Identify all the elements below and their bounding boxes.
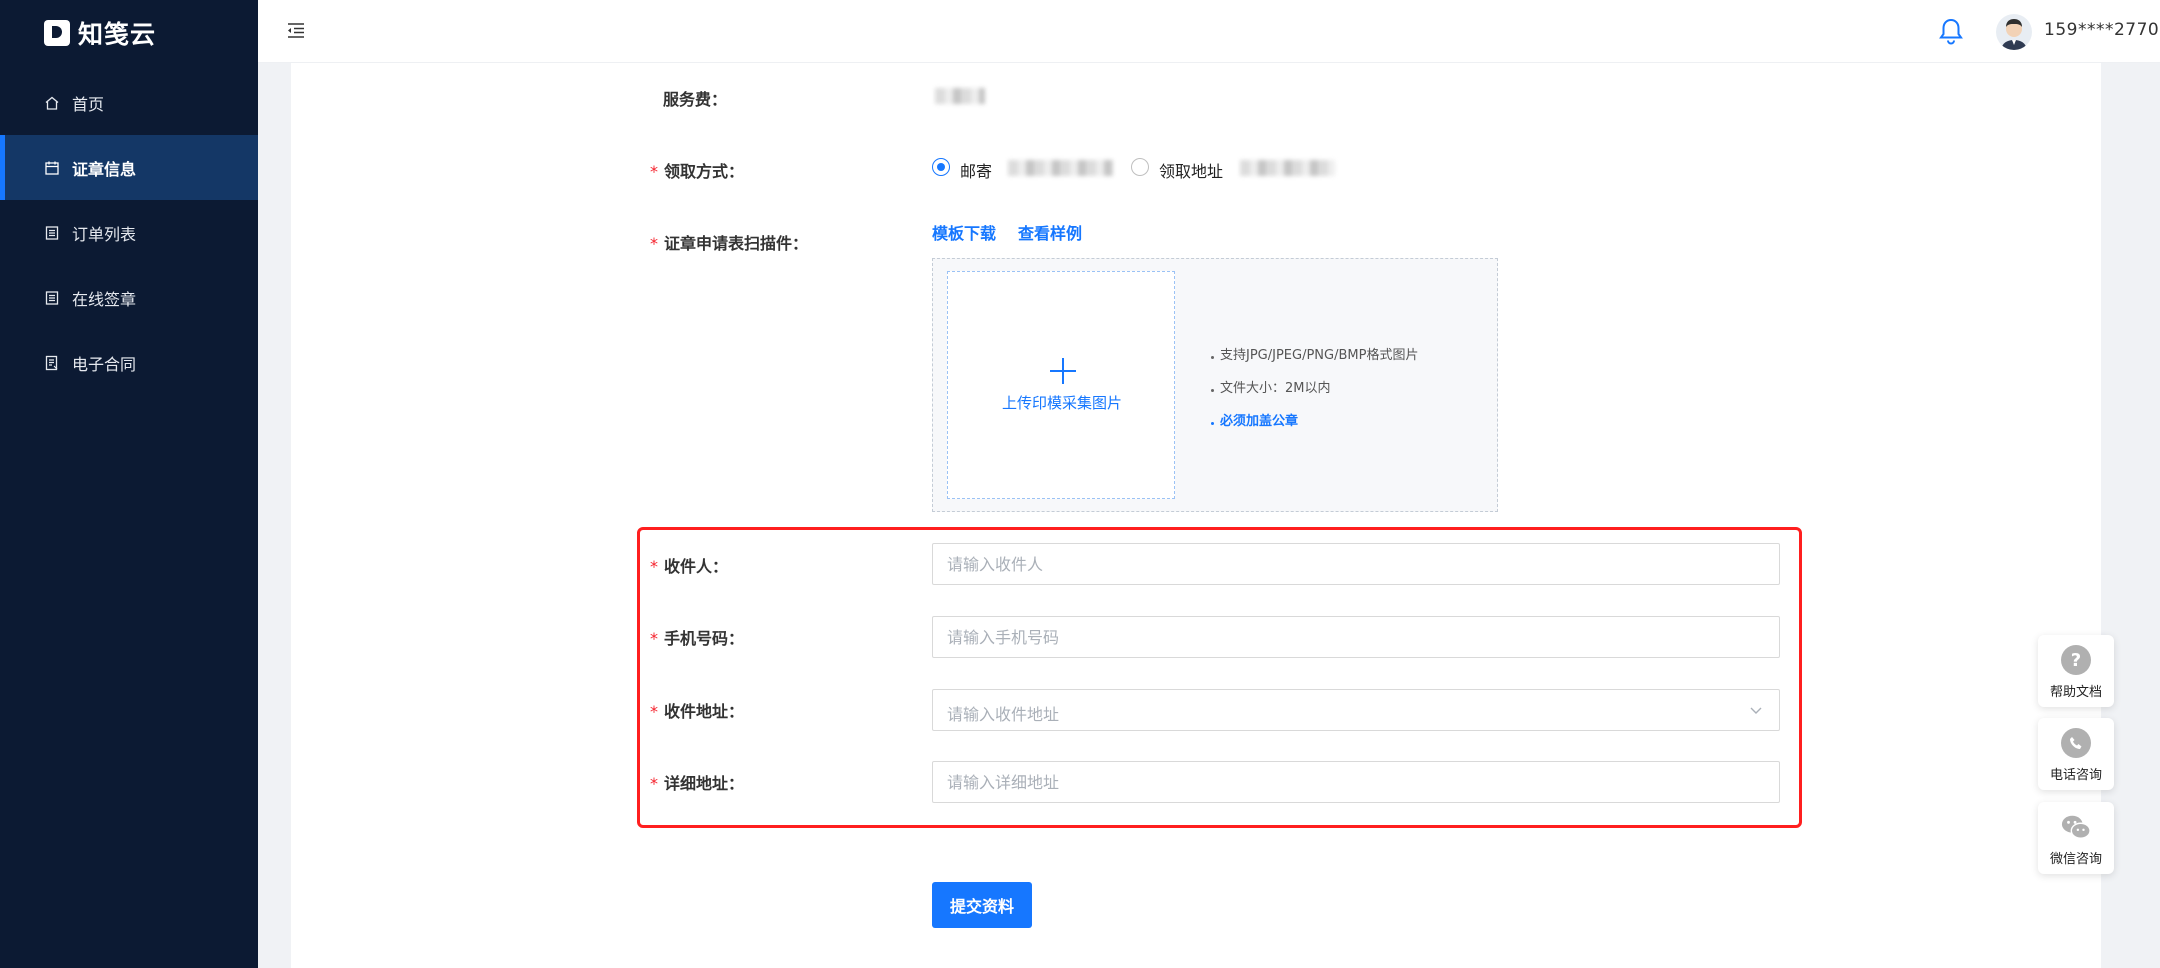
radio-mail-label[interactable]: 邮寄 (960, 158, 992, 182)
mail-info-redacted (1008, 160, 1113, 176)
service-fee-value-redacted (935, 88, 985, 104)
sidebar-nav: 首页 证章信息 订单列表 在线签章 电子合同 (0, 70, 258, 395)
calendar-icon (44, 160, 60, 176)
content-panel (291, 63, 2101, 968)
menu-collapse-icon[interactable] (286, 20, 306, 40)
radio-pickup-address[interactable] (1131, 158, 1149, 176)
list-icon (44, 290, 60, 306)
logo-icon (44, 20, 70, 46)
pickup-method-label: * 领取方式： (650, 162, 745, 181)
tip-official-seal: 必须加盖公章 (1211, 403, 1418, 436)
app-logo[interactable]: 知笺云 (44, 18, 157, 49)
sidebar-item-label: 电子合同 (72, 354, 137, 374)
notification-bell-icon[interactable] (1938, 17, 1964, 45)
sidebar-item-home[interactable]: 首页 (0, 70, 258, 135)
list-icon (44, 225, 60, 241)
upload-area: 上传印模采集图片 支持JPG/JPEG/PNG/BMP格式图片 文件大小：2M以… (932, 258, 1498, 512)
upload-text: 上传印模采集图片 (1001, 394, 1122, 412)
detail-address-input[interactable] (932, 761, 1780, 803)
wechat-icon (2061, 812, 2091, 842)
sidebar: 知笺云 首页 证章信息 订单列表 在线签章 电子合同 (0, 0, 258, 968)
submit-button[interactable]: 提交资料 (932, 882, 1032, 928)
sidebar-item-seal-info[interactable]: 证章信息 (0, 135, 258, 200)
recipient-input[interactable] (932, 543, 1780, 585)
phone-label: * 手机号码： (650, 629, 745, 648)
detail-address-label: * 详细地址： (650, 774, 745, 793)
phone-consult-label: 电话咨询 (2049, 768, 2102, 783)
plus-icon (1050, 358, 1076, 384)
wechat-consult-label: 微信咨询 (2049, 852, 2102, 867)
app-name: 知笺云 (78, 20, 157, 49)
help-docs-label: 帮助文档 (2049, 685, 2102, 700)
sidebar-item-label: 订单列表 (72, 224, 137, 244)
question-icon: ? (2061, 645, 2091, 675)
view-sample-link[interactable]: 查看样例 (1018, 220, 1082, 244)
avatar[interactable] (1996, 14, 2032, 50)
address-select[interactable]: 请输入收件地址 (932, 689, 1780, 731)
address-select-placeholder: 请输入收件地址 (947, 705, 1060, 724)
sidebar-item-label: 在线签章 (72, 289, 137, 309)
tip-format: 支持JPG/JPEG/PNG/BMP格式图片 (1211, 337, 1418, 370)
radio-mail[interactable] (932, 158, 950, 176)
sidebar-item-label: 证章信息 (72, 159, 137, 179)
scan-label: * 证章申请表扫描件： (650, 234, 809, 253)
contract-icon (44, 355, 60, 371)
service-fee-label: 服务费： (663, 90, 728, 109)
wechat-consult-button[interactable]: 微信咨询 (2038, 802, 2114, 874)
pickup-address-redacted (1240, 160, 1335, 176)
phone-consult-button[interactable]: 电话咨询 (2038, 718, 2114, 790)
sidebar-item-label: 首页 (72, 94, 105, 114)
username[interactable]: 159****2770 (2044, 20, 2159, 40)
help-docs-button[interactable]: ? 帮助文档 (2038, 635, 2114, 707)
sidebar-item-orders[interactable]: 订单列表 (0, 200, 258, 265)
upload-tips: 支持JPG/JPEG/PNG/BMP格式图片 文件大小：2M以内 必须加盖公章 (1211, 337, 1418, 436)
home-icon (44, 95, 60, 111)
sidebar-item-online-sign[interactable]: 在线签章 (0, 265, 258, 330)
recipient-label: * 收件人： (650, 557, 729, 576)
template-download-link[interactable]: 模板下载 (932, 220, 996, 244)
phone-input[interactable] (932, 616, 1780, 658)
phone-icon (2061, 728, 2091, 758)
sidebar-item-e-contract[interactable]: 电子合同 (0, 330, 258, 395)
address-label: * 收件地址： (650, 702, 745, 721)
chevron-down-icon (1749, 702, 1763, 716)
radio-pickup-address-label[interactable]: 领取地址 (1159, 158, 1223, 182)
upload-button[interactable]: 上传印模采集图片 (947, 271, 1175, 499)
top-header: 159****2770 (258, 0, 2160, 63)
tip-size: 文件大小：2M以内 (1211, 370, 1418, 403)
